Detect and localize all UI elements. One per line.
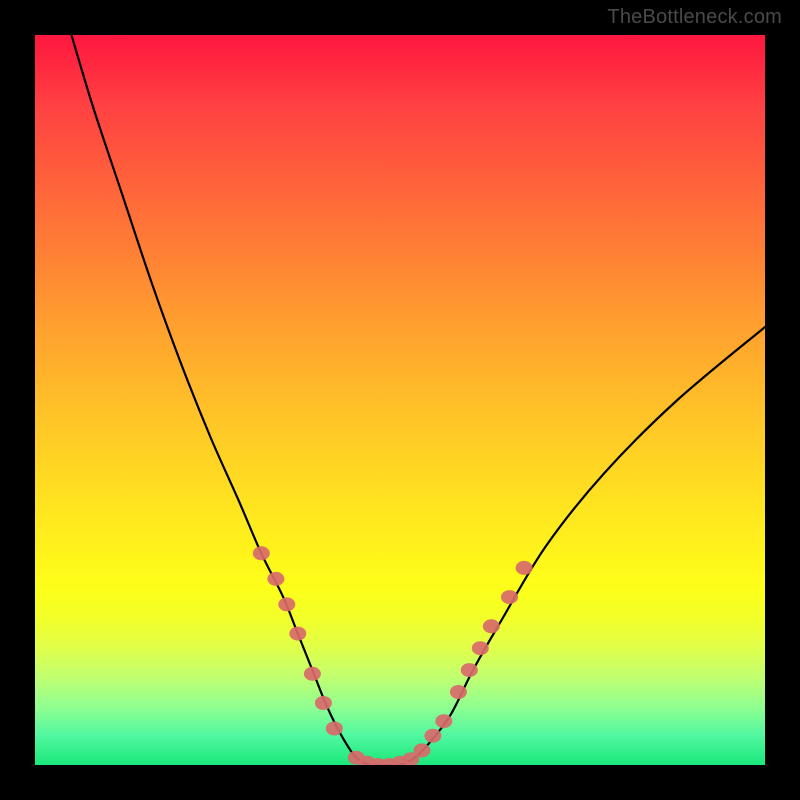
data-marker bbox=[413, 743, 430, 757]
data-marker bbox=[267, 572, 284, 586]
data-marker bbox=[326, 722, 343, 736]
data-marker bbox=[483, 619, 500, 633]
data-marker bbox=[253, 546, 270, 560]
data-marker bbox=[516, 561, 533, 575]
bottleneck-curve bbox=[72, 35, 766, 765]
markers-group bbox=[253, 546, 533, 765]
data-marker bbox=[278, 597, 295, 611]
data-marker bbox=[424, 729, 441, 743]
watermark-text: TheBottleneck.com bbox=[607, 6, 782, 29]
data-marker bbox=[461, 663, 478, 677]
data-marker bbox=[450, 685, 467, 699]
plot-area bbox=[35, 35, 765, 765]
data-marker bbox=[435, 714, 452, 728]
curve-svg bbox=[35, 35, 765, 765]
data-marker bbox=[501, 590, 518, 604]
chart-frame: TheBottleneck.com bbox=[0, 0, 800, 800]
data-marker bbox=[289, 627, 306, 641]
data-marker bbox=[472, 641, 489, 655]
data-marker bbox=[304, 667, 321, 681]
data-marker bbox=[315, 696, 332, 710]
